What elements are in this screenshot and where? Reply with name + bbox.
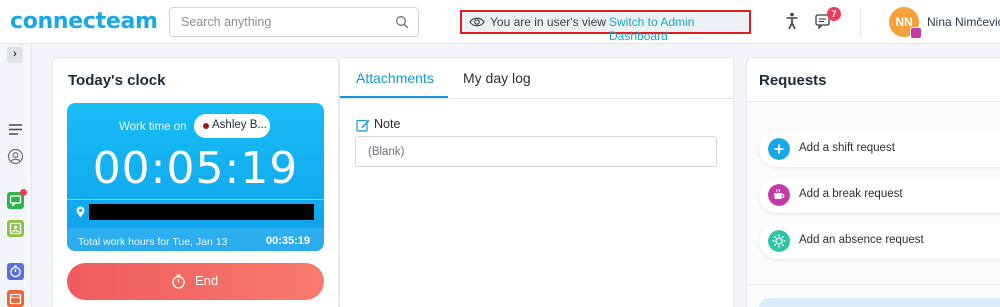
timer-divider [67,199,324,200]
attachments-panel: Attachments My day log Note (Blank) [339,57,734,307]
user-name[interactable]: Nina Nimčević [927,15,1000,29]
user-view-banner: You are in user's view Switch to Admin D… [460,10,751,43]
add-absence-request-button[interactable]: Add an absence request [759,223,1000,259]
clock-card-title: Today's clock [68,72,166,89]
job-color-dot [203,123,209,129]
coffee-icon [768,184,790,206]
sun-icon [768,230,790,252]
note-field[interactable]: (Blank) [355,136,717,167]
connecteam-logo[interactable]: connecteam [10,9,158,34]
location-pin-icon [76,206,85,218]
search-placeholder: Search anything [181,15,272,29]
add-shift-request-button[interactable]: Add a shift request [759,131,1000,167]
job-name: Ashley B... [212,119,267,131]
add-shift-request-label: Add a shift request [799,142,895,154]
search-icon[interactable] [395,15,409,29]
add-absence-request-label: Add an absence request [799,234,924,246]
job-selector[interactable]: Ashley B... [194,114,270,138]
user-view-text: You are in user's view [490,15,606,29]
eye-icon [469,17,485,27]
stopwatch-icon [172,274,185,289]
work-time-on-label: Work time on [119,121,187,133]
requests-footer-panel [759,298,1000,307]
edit-note-icon [356,119,370,132]
requests-divider [747,284,1000,285]
plus-icon [768,138,790,160]
add-break-request-button[interactable]: Add a break request [759,177,1000,213]
todays-clock-card: Today's clock Work time on Ashley B... 0… [52,57,339,307]
search-input[interactable]: Search anything [169,7,419,37]
accessibility-icon[interactable] [785,12,799,30]
note-value: (Blank) [368,146,405,158]
requests-header: Requests [747,58,1000,102]
top-bar: connecteam Search anything You are in us… [0,0,1000,44]
location-redacted [89,204,314,220]
end-button-label: End [195,273,219,288]
header-divider [860,8,861,36]
directory-app-icon[interactable] [7,220,24,237]
requests-title: Requests [759,72,827,89]
total-hours-label: Total work hours for Tue, Jan 13 [78,236,228,248]
menu-icon[interactable] [7,121,24,138]
expand-sidebar-button[interactable]: › [7,47,23,63]
tab-my-day-log[interactable]: My day log [463,70,531,86]
requests-card: Requests Add a shift request Add a break… [746,57,1000,307]
total-hours-value: 00:35:19 [265,235,310,247]
timer-panel: Work time on Ashley B... 00:05:19 Total … [67,103,324,251]
add-break-request-label: Add a break request [799,188,903,200]
switch-to-admin-link[interactable]: Switch to Admin Dashboard [609,15,749,43]
chat-notification-badge: 7 [827,7,841,21]
chat-unread-dot [20,189,27,196]
schedule-app-icon[interactable] [7,290,24,307]
tabs-divider [340,98,733,99]
role-badge-icon [910,27,922,39]
note-label: Note [374,117,401,131]
elapsed-timer: 00:05:19 [92,143,299,194]
profile-icon[interactable] [7,148,24,165]
tab-attachments[interactable]: Attachments [356,70,434,86]
time-clock-app-icon[interactable] [7,263,24,280]
end-shift-button[interactable]: End [67,263,324,300]
